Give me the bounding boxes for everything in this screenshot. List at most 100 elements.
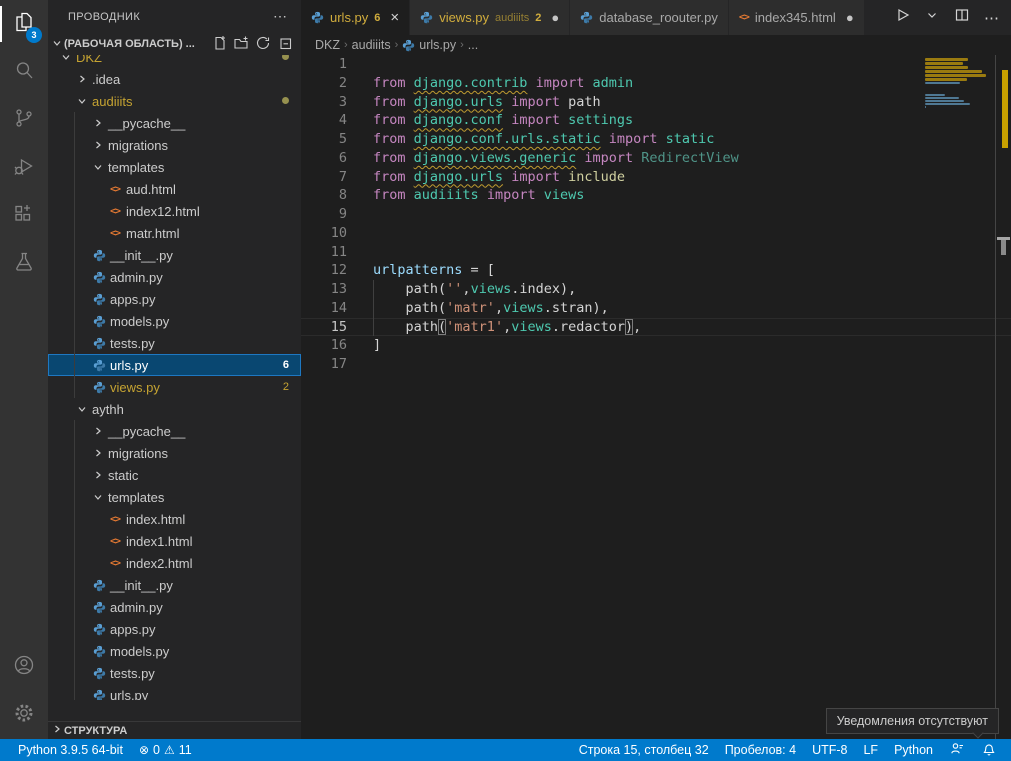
line-number[interactable]: 6 [301, 149, 347, 168]
tab-database_roouter.py[interactable]: database_roouter.py [570, 0, 729, 35]
code-line[interactable]: 17 [301, 355, 1011, 374]
tree-item-aythh[interactable]: aythh [48, 398, 301, 420]
tree-item-.idea[interactable]: .idea [48, 68, 301, 90]
tree-item-views.py[interactable]: views.py2 [48, 376, 301, 398]
breadcrumb-item-DKZ[interactable]: DKZ [315, 38, 340, 52]
tree-item-tests.py[interactable]: tests.py [48, 332, 301, 354]
tree-item-admin.py[interactable]: admin.py [48, 266, 301, 288]
activity-item-extensions[interactable] [0, 192, 48, 240]
activity-item-testing[interactable] [0, 240, 48, 288]
tree-item-DKZ[interactable]: DKZ [48, 55, 301, 68]
tree-item-templates[interactable]: templates [48, 486, 301, 508]
activity-item-search[interactable] [0, 48, 48, 96]
tree-item-__pycache__[interactable]: __pycache__ [48, 420, 301, 442]
status-notifications[interactable] [973, 739, 1005, 761]
breadcrumb-item-urls.py[interactable]: urls.py [402, 38, 456, 52]
tree-item-migrations[interactable]: migrations [48, 442, 301, 464]
line-number[interactable]: 2 [301, 74, 347, 93]
line-number[interactable]: 15 [301, 318, 347, 337]
status-python-interpreter[interactable]: Python 3.9.5 64-bit [10, 739, 131, 761]
code-line[interactable]: 9 [301, 205, 1011, 224]
collapse-all-icon[interactable] [277, 35, 293, 54]
line-number[interactable]: 12 [301, 261, 347, 280]
chevron-down-icon[interactable] [924, 7, 940, 28]
tree-item-urls.py[interactable]: urls.py [48, 684, 301, 700]
status-encoding[interactable]: UTF-8 [804, 739, 855, 761]
breadcrumb-item-...[interactable]: ... [468, 38, 478, 52]
tree-item-index2.html[interactable]: <>index2.html [48, 552, 301, 574]
code-line[interactable]: 2from django.contrib import admin [301, 74, 1011, 93]
tree-item-__pycache__[interactable]: __pycache__ [48, 112, 301, 134]
tab-urls.py[interactable]: urls.py6× [301, 0, 410, 35]
code-line[interactable]: 14 path('matr',views.stran), [301, 299, 1011, 318]
status-problems[interactable]: ⊗0⚠11 [131, 739, 200, 761]
line-number[interactable]: 16 [301, 336, 347, 355]
tree-item-aud.html[interactable]: <>aud.html [48, 178, 301, 200]
activity-item-settings[interactable] [0, 691, 48, 739]
tree-item-urls.py[interactable]: urls.py6 [48, 354, 301, 376]
tree-item-index12.html[interactable]: <>index12.html [48, 200, 301, 222]
code-line[interactable]: 15 path('matr1',views.redactor), [301, 318, 1011, 337]
code-line[interactable]: 4from django.conf import settings [301, 111, 1011, 130]
tree-item-templates[interactable]: templates [48, 156, 301, 178]
tree-item-admin.py[interactable]: admin.py [48, 596, 301, 618]
line-number[interactable]: 10 [301, 224, 347, 243]
code-line[interactable]: 6from django.views.generic import Redire… [301, 149, 1011, 168]
new-file-icon[interactable] [211, 35, 227, 54]
tree-item-static[interactable]: static [48, 464, 301, 486]
activity-item-account[interactable] [0, 643, 48, 691]
line-number[interactable]: 13 [301, 280, 347, 299]
tree-item-models.py[interactable]: models.py [48, 310, 301, 332]
line-number[interactable]: 14 [301, 299, 347, 318]
close-icon[interactable]: × [390, 9, 399, 26]
new-folder-icon[interactable] [233, 35, 249, 54]
code-line[interactable]: 12urlpatterns = [ [301, 261, 1011, 280]
scrollbar-slider[interactable] [1001, 240, 1006, 255]
overview-ruler-warning-marker[interactable] [1002, 70, 1008, 148]
tree-item-models.py[interactable]: models.py [48, 640, 301, 662]
workspace-section-header[interactable]: (РАБОЧАЯ ОБЛАСТЬ) ... [48, 33, 301, 55]
tree-item-audiiits[interactable]: audiiits [48, 90, 301, 112]
status-language-mode[interactable]: Python [886, 739, 941, 761]
tree-item-matr.html[interactable]: <>matr.html [48, 222, 301, 244]
code-line[interactable]: 16] [301, 336, 1011, 355]
activity-item-explorer[interactable]: 3 [0, 0, 48, 48]
tree-item-index.html[interactable]: <>index.html [48, 508, 301, 530]
tree-item-migrations[interactable]: migrations [48, 134, 301, 156]
modified-dot-icon[interactable]: ● [551, 10, 559, 25]
code-line[interactable]: 11 [301, 243, 1011, 262]
tree-item-tests.py[interactable]: tests.py [48, 662, 301, 684]
more-actions-icon[interactable]: ⋯ [984, 9, 999, 27]
code-line[interactable]: 8from audiiits import views [301, 186, 1011, 205]
line-number[interactable]: 4 [301, 111, 347, 130]
code-line[interactable]: 10 [301, 224, 1011, 243]
line-number[interactable]: 8 [301, 186, 347, 205]
split-editor-icon[interactable] [954, 7, 970, 28]
line-number[interactable]: 7 [301, 168, 347, 187]
tree-item-__init__.py[interactable]: __init__.py [48, 574, 301, 596]
line-number[interactable]: 17 [301, 355, 347, 374]
activity-item-run-and-debug[interactable] [0, 144, 48, 192]
status-eol[interactable]: LF [855, 739, 886, 761]
status-indentation[interactable]: Пробелов: 4 [717, 739, 804, 761]
status-cursor-position[interactable]: Строка 15, столбец 32 [571, 739, 717, 761]
line-number[interactable]: 11 [301, 243, 347, 262]
code-line[interactable]: 5from django.conf.urls.static import sta… [301, 130, 1011, 149]
run-icon[interactable] [894, 7, 910, 28]
tree-item-apps.py[interactable]: apps.py [48, 618, 301, 640]
line-number[interactable]: 3 [301, 93, 347, 112]
code-line[interactable]: 13 path('',views.index), [301, 280, 1011, 299]
minimap[interactable] [925, 55, 995, 739]
code-line[interactable]: 7from django.urls import include [301, 168, 1011, 187]
code-line[interactable]: 1 [301, 55, 1011, 74]
tab-index345.html[interactable]: <>index345.html● [729, 0, 865, 35]
line-number[interactable]: 5 [301, 130, 347, 149]
tree-item-__init__.py[interactable]: __init__.py [48, 244, 301, 266]
status-feedback[interactable] [941, 739, 973, 761]
outline-section-header[interactable]: СТРУКТУРА [48, 721, 301, 739]
code-line[interactable]: 3from django.urls import path [301, 93, 1011, 112]
tree-item-index1.html[interactable]: <>index1.html [48, 530, 301, 552]
tree-item-apps.py[interactable]: apps.py [48, 288, 301, 310]
activity-item-source-control[interactable] [0, 96, 48, 144]
code-editor[interactable]: 12from django.contrib import admin3from … [301, 55, 1011, 739]
